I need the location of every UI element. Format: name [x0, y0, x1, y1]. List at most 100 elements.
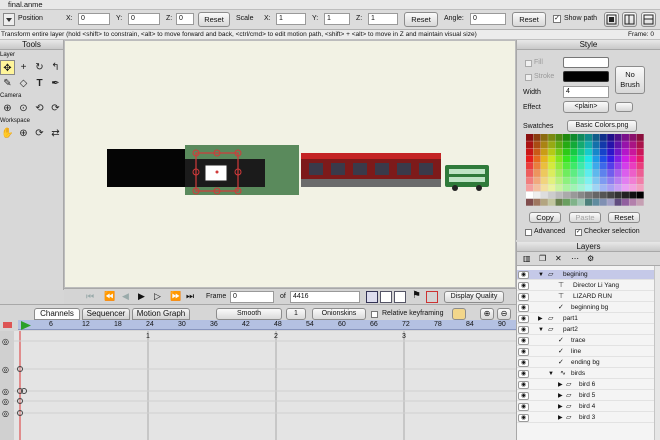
- color-swatch[interactable]: [607, 170, 615, 177]
- effect-dropdown[interactable]: <plain>: [563, 101, 609, 113]
- color-swatch[interactable]: [592, 198, 600, 206]
- view-single-icon[interactable]: [366, 291, 378, 303]
- color-swatch[interactable]: [533, 155, 541, 163]
- layer-row-director[interactable]: ◉ ⊤ Director Li Yang: [517, 281, 660, 291]
- color-swatch[interactable]: [548, 148, 556, 156]
- color-swatch[interactable]: [555, 134, 563, 141]
- color-swatch[interactable]: [540, 170, 548, 177]
- panel-toggle-icon[interactable]: [641, 12, 656, 27]
- copy-button[interactable]: Copy: [529, 212, 561, 223]
- angle-input[interactable]: 0: [470, 13, 506, 25]
- color-swatch[interactable]: [540, 141, 548, 149]
- color-swatch[interactable]: [636, 191, 644, 199]
- lock-icon[interactable]: [452, 308, 466, 320]
- color-swatch[interactable]: [562, 191, 570, 199]
- position-z-input[interactable]: 0: [176, 13, 194, 25]
- color-swatch[interactable]: [599, 155, 607, 163]
- layer-settings-icon[interactable]: ⚙: [587, 254, 594, 263]
- frame-input[interactable]: 0: [230, 291, 274, 303]
- scale-z-input[interactable]: 1: [368, 13, 398, 25]
- layer-row-ending-bg[interactable]: ◉ ✓ ending bg: [517, 358, 660, 368]
- color-swatch[interactable]: [577, 184, 585, 192]
- color-swatch[interactable]: [555, 141, 563, 149]
- color-swatch[interactable]: [526, 134, 534, 141]
- color-swatch[interactable]: [548, 184, 556, 192]
- layer-row-lizard-run[interactable]: ◉ ⊤ LIZARD RUN: [517, 292, 660, 302]
- color-swatch[interactable]: [555, 170, 563, 177]
- color-swatch[interactable]: [621, 155, 629, 163]
- layer-row-bird-4[interactable]: ◉ ▶ ▱ bird 4: [517, 402, 660, 412]
- style-reset-button[interactable]: Reset: [608, 212, 640, 223]
- stroke-checkbox[interactable]: [525, 74, 532, 81]
- show-path-checkbox[interactable]: ✓: [553, 15, 561, 23]
- color-swatch[interactable]: [533, 198, 541, 206]
- color-swatch[interactable]: [614, 191, 622, 199]
- color-swatch[interactable]: [585, 141, 593, 149]
- color-swatch[interactable]: [533, 148, 541, 156]
- color-swatch[interactable]: [570, 155, 578, 163]
- color-swatch[interactable]: [548, 162, 556, 170]
- color-swatch[interactable]: [577, 191, 585, 199]
- color-swatch[interactable]: [570, 191, 578, 199]
- color-swatch[interactable]: [636, 141, 644, 149]
- color-swatch[interactable]: [577, 170, 585, 177]
- tab-motion-graph[interactable]: Motion Graph: [132, 308, 190, 320]
- dropdown-arrow-icon[interactable]: [3, 13, 15, 26]
- color-swatch[interactable]: [562, 148, 570, 156]
- color-swatch[interactable]: [555, 184, 563, 192]
- color-swatch[interactable]: [614, 162, 622, 170]
- layer-row-part2[interactable]: ◉ ▼ ▱ part2: [517, 325, 660, 335]
- color-swatch[interactable]: [540, 134, 548, 141]
- color-swatch[interactable]: [629, 155, 637, 163]
- collapse-arrow-icon[interactable]: ▼: [538, 270, 544, 280]
- color-swatch[interactable]: [562, 170, 570, 177]
- color-swatch[interactable]: [562, 184, 570, 192]
- visibility-eye-icon[interactable]: ◉: [518, 304, 529, 312]
- next-keyframe-icon[interactable]: ⏩: [170, 291, 181, 302]
- color-swatch[interactable]: [599, 170, 607, 177]
- color-swatch[interactable]: [540, 155, 548, 163]
- color-swatch[interactable]: [555, 198, 563, 206]
- color-swatch[interactable]: [570, 162, 578, 170]
- color-swatch[interactable]: [629, 134, 637, 141]
- color-swatch[interactable]: [599, 148, 607, 156]
- swatches-dropdown[interactable]: Basic Colors.png: [567, 120, 637, 132]
- color-swatch[interactable]: [526, 162, 534, 170]
- visibility-eye-icon[interactable]: ◉: [518, 359, 529, 367]
- no-brush-button[interactable]: No Brush: [615, 66, 645, 94]
- duplicate-layer-icon[interactable]: ❐: [539, 254, 546, 263]
- expand-arrow-icon[interactable]: ▶: [558, 402, 563, 412]
- rewind-icon[interactable]: ⏮: [86, 291, 94, 302]
- color-swatch[interactable]: [548, 141, 556, 149]
- color-swatch[interactable]: [621, 134, 629, 141]
- color-swatch[interactable]: [526, 198, 534, 206]
- color-swatch[interactable]: [540, 191, 548, 199]
- stroke-color-swatch[interactable]: [563, 71, 609, 82]
- color-swatch[interactable]: [577, 155, 585, 163]
- color-swatch[interactable]: [562, 134, 570, 141]
- color-swatch[interactable]: [540, 184, 548, 192]
- color-swatch[interactable]: [526, 191, 534, 199]
- color-swatch[interactable]: [607, 141, 615, 149]
- zoom-in-icon[interactable]: ⊕: [480, 308, 494, 320]
- advanced-checkbox[interactable]: [525, 229, 532, 236]
- color-swatch[interactable]: [599, 191, 607, 199]
- color-swatch[interactable]: [562, 198, 570, 206]
- color-swatch[interactable]: [614, 134, 622, 141]
- color-swatch[interactable]: [526, 170, 534, 177]
- layer-row-bird-6[interactable]: ◉ ▶ ▱ bird 6: [517, 380, 660, 390]
- color-swatch[interactable]: [585, 162, 593, 170]
- color-swatch[interactable]: [599, 177, 607, 185]
- color-swatch[interactable]: [540, 148, 548, 156]
- color-swatch[interactable]: [526, 155, 534, 163]
- color-swatch[interactable]: [614, 198, 622, 206]
- color-swatch[interactable]: [621, 141, 629, 149]
- color-swatch[interactable]: [577, 177, 585, 185]
- onionskins-dropdown[interactable]: Onionskins: [312, 308, 366, 320]
- position-y-input[interactable]: 0: [128, 13, 160, 25]
- color-swatch[interactable]: [585, 148, 593, 156]
- fill-color-swatch[interactable]: [563, 57, 609, 68]
- rotate-workspace-icon[interactable]: ⟳: [32, 126, 47, 141]
- color-swatch[interactable]: [540, 162, 548, 170]
- color-swatch[interactable]: [555, 162, 563, 170]
